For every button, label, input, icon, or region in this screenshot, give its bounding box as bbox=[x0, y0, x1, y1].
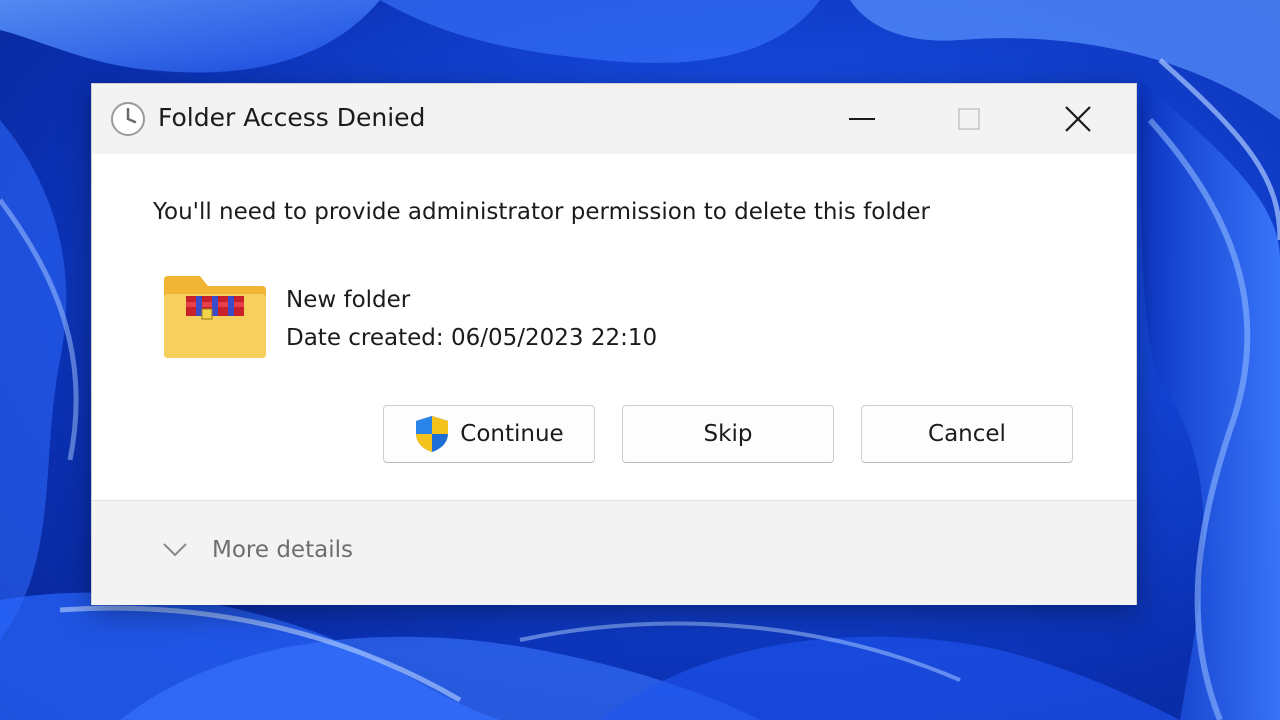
item-name: New folder bbox=[286, 287, 411, 313]
skip-button[interactable]: Skip bbox=[622, 405, 834, 463]
item-date-created: Date created: 06/05/2023 22:10 bbox=[286, 325, 658, 351]
maximize-icon bbox=[958, 108, 980, 130]
continue-button[interactable]: Continue bbox=[383, 405, 595, 463]
skip-button-label: Skip bbox=[703, 421, 753, 447]
desktop-background: Folder Access Denied You'll need to prov… bbox=[0, 0, 1280, 720]
clock-icon bbox=[111, 102, 145, 136]
dialog-title: Folder Access Denied bbox=[158, 103, 426, 132]
cancel-button[interactable]: Cancel bbox=[861, 405, 1073, 463]
permission-message: You'll need to provide administrator per… bbox=[153, 199, 930, 225]
compressed-folder-icon bbox=[164, 276, 266, 358]
close-button[interactable] bbox=[1028, 84, 1128, 154]
maximize-button bbox=[919, 84, 1019, 154]
more-details-label: More details bbox=[212, 537, 353, 563]
chevron-down-icon bbox=[163, 543, 187, 557]
continue-button-label: Continue bbox=[460, 421, 564, 447]
cancel-button-label: Cancel bbox=[928, 421, 1006, 447]
folder-access-denied-dialog: Folder Access Denied You'll need to prov… bbox=[91, 83, 1137, 605]
title-bar[interactable]: Folder Access Denied bbox=[92, 84, 1136, 154]
uac-shield-icon bbox=[416, 416, 449, 452]
dialog-footer: More details bbox=[92, 500, 1136, 605]
more-details-expander[interactable]: More details bbox=[162, 537, 353, 563]
minimize-button[interactable] bbox=[812, 84, 912, 154]
minimize-icon bbox=[849, 118, 875, 120]
close-icon bbox=[1065, 106, 1091, 132]
